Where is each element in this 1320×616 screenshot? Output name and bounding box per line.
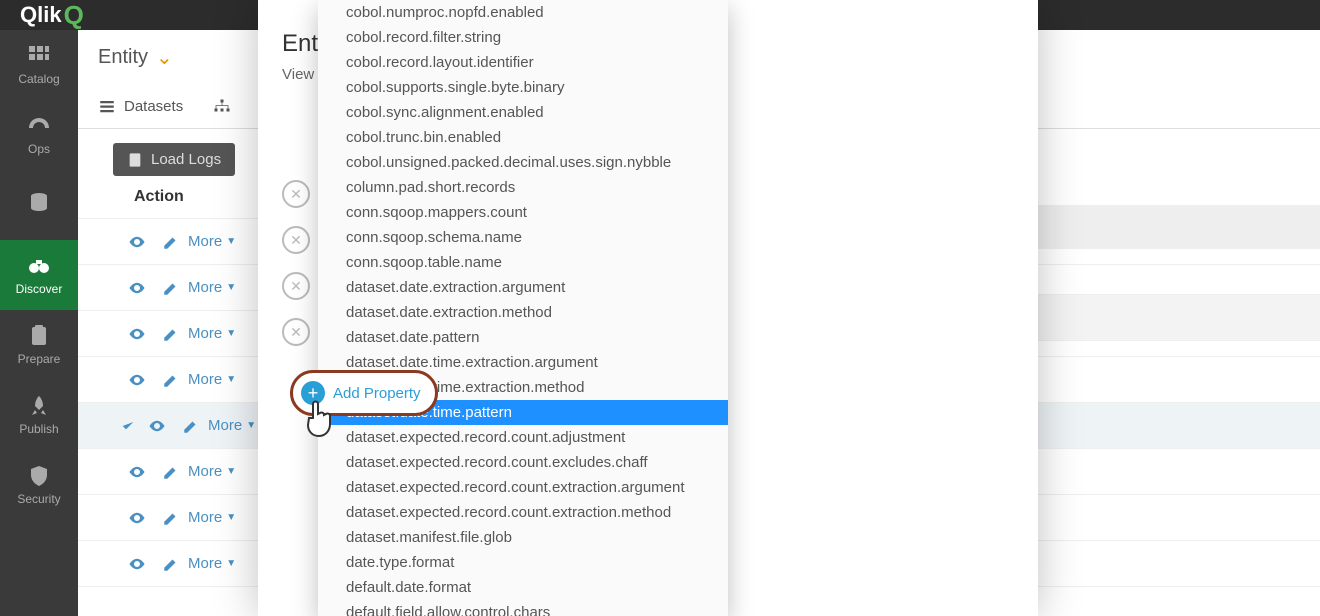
nav-prepare[interactable]: Prepare <box>0 310 78 380</box>
left-nav: Catalog Ops Discover Prepare Publish Sec… <box>0 30 78 616</box>
tab-datasets[interactable]: Datasets <box>98 98 183 116</box>
check-icon <box>120 418 136 434</box>
property-modal: Enti View a ✕ ✕ ✕ ✕ cobol.numproc.nopfd.… <box>258 0 1038 616</box>
pencil-icon[interactable] <box>182 417 200 435</box>
eye-icon[interactable] <box>148 417 166 435</box>
property-remove-list: ✕ ✕ ✕ ✕ <box>282 180 310 364</box>
dropdown-item[interactable]: cobol.numproc.nopfd.enabled <box>318 0 728 25</box>
add-property-label: Add Property <box>333 385 421 402</box>
remove-property-button[interactable]: ✕ <box>282 318 310 346</box>
more-dropdown[interactable]: More▼ <box>188 279 236 296</box>
more-dropdown[interactable]: More▼ <box>188 555 236 572</box>
eye-icon[interactable] <box>128 279 146 297</box>
caret-down-icon: ▼ <box>226 558 236 569</box>
pencil-icon[interactable] <box>162 325 180 343</box>
nav-db[interactable] <box>0 170 78 240</box>
more-dropdown[interactable]: More▼ <box>188 325 236 342</box>
dropdown-item[interactable]: conn.sqoop.schema.name <box>318 225 728 250</box>
database-icon <box>27 191 51 215</box>
dropdown-item[interactable]: dataset.expected.record.count.adjustment <box>318 425 728 450</box>
more-dropdown[interactable]: More▼ <box>188 371 236 388</box>
nav-discover[interactable]: Discover <box>0 240 78 310</box>
tree-icon <box>213 98 231 116</box>
dropdown-item[interactable]: dataset.manifest.file.glob <box>318 525 728 550</box>
dropdown-item[interactable]: column.pad.short.records <box>318 175 728 200</box>
pencil-icon[interactable] <box>162 463 180 481</box>
eye-icon[interactable] <box>128 463 146 481</box>
pencil-icon[interactable] <box>162 371 180 389</box>
pencil-icon[interactable] <box>162 509 180 527</box>
dropdown-item[interactable]: cobol.supports.single.byte.binary <box>318 75 728 100</box>
tab-label: Datasets <box>124 98 183 115</box>
entity-title: Entity <box>98 46 148 69</box>
dropdown-item[interactable]: default.date.format <box>318 575 728 600</box>
plus-icon: + <box>301 381 325 405</box>
more-dropdown[interactable]: More▼ <box>188 233 236 250</box>
nav-label: Catalog <box>18 72 59 86</box>
pencil-icon[interactable] <box>162 279 180 297</box>
caret-down-icon: ▼ <box>226 282 236 293</box>
caret-down-icon: ▼ <box>226 512 236 523</box>
dropdown-item[interactable]: cobol.record.filter.string <box>318 25 728 50</box>
logo-q-icon: Q <box>64 0 84 31</box>
eye-icon[interactable] <box>128 555 146 573</box>
dropdown-item[interactable]: default.field.allow.control.chars <box>318 600 728 616</box>
nav-label: Ops <box>28 142 50 156</box>
add-property-button[interactable]: + Add Property <box>290 370 438 416</box>
clipboard-icon <box>27 324 51 348</box>
nav-catalog[interactable]: Catalog <box>0 30 78 100</box>
caret-down-icon: ▼ <box>246 420 256 431</box>
pencil-icon[interactable] <box>162 233 180 251</box>
document-icon <box>127 152 143 168</box>
eye-icon[interactable] <box>128 509 146 527</box>
eye-icon[interactable] <box>128 233 146 251</box>
more-dropdown[interactable]: More▼ <box>208 417 256 434</box>
dropdown-item[interactable]: cobol.trunc.bin.enabled <box>318 125 728 150</box>
dropdown-item[interactable]: cobol.record.layout.identifier <box>318 50 728 75</box>
binoculars-icon <box>27 254 51 278</box>
list-icon <box>98 98 116 116</box>
grid-icon <box>27 44 51 68</box>
load-logs-button[interactable]: Load Logs <box>113 143 235 176</box>
dropdown-item[interactable]: conn.sqoop.table.name <box>318 250 728 275</box>
dropdown-item[interactable]: conn.sqoop.mappers.count <box>318 200 728 225</box>
dropdown-item[interactable]: cobol.sync.alignment.enabled <box>318 100 728 125</box>
more-dropdown[interactable]: More▼ <box>188 463 236 480</box>
remove-property-button[interactable]: ✕ <box>282 180 310 208</box>
caret-down-icon: ▼ <box>226 328 236 339</box>
eye-icon[interactable] <box>128 325 146 343</box>
caret-down-icon: ▼ <box>226 466 236 477</box>
nav-security[interactable]: Security <box>0 450 78 520</box>
dropdown-item[interactable]: dataset.expected.record.count.extraction… <box>318 475 728 500</box>
dropdown-item[interactable]: dataset.expected.record.count.extraction… <box>318 500 728 525</box>
nav-label: Prepare <box>18 352 61 366</box>
remove-property-button[interactable]: ✕ <box>282 226 310 254</box>
more-dropdown[interactable]: More▼ <box>188 509 236 526</box>
property-dropdown[interactable]: cobol.numproc.nopfd.enabledcobol.record.… <box>318 0 728 616</box>
pencil-icon[interactable] <box>162 555 180 573</box>
dropdown-item[interactable]: dataset.expected.record.count.excludes.c… <box>318 450 728 475</box>
gauge-icon <box>27 114 51 138</box>
nav-label: Discover <box>16 282 63 296</box>
caret-down-icon: ▼ <box>226 374 236 385</box>
rocket-icon <box>27 394 51 418</box>
dropdown-item[interactable]: cobol.unsigned.packed.decimal.uses.sign.… <box>318 150 728 175</box>
chevron-down-icon: ⌄ <box>156 45 173 70</box>
eye-icon[interactable] <box>128 371 146 389</box>
caret-down-icon: ▼ <box>226 236 236 247</box>
dropdown-item[interactable]: date.type.format <box>318 550 728 575</box>
nav-label: Security <box>17 492 60 506</box>
logo-text: Qlik <box>20 2 62 28</box>
dropdown-item[interactable]: dataset.date.extraction.argument <box>318 275 728 300</box>
tab-schema[interactable] <box>213 98 239 116</box>
shield-icon <box>27 464 51 488</box>
remove-property-button[interactable]: ✕ <box>282 272 310 300</box>
nav-label: Publish <box>19 422 58 436</box>
nav-ops[interactable]: Ops <box>0 100 78 170</box>
nav-publish[interactable]: Publish <box>0 380 78 450</box>
dropdown-item[interactable]: dataset.date.extraction.method <box>318 300 728 325</box>
logo: QlikQ <box>20 0 84 31</box>
dropdown-item[interactable]: dataset.date.pattern <box>318 325 728 350</box>
load-logs-label: Load Logs <box>151 151 221 168</box>
